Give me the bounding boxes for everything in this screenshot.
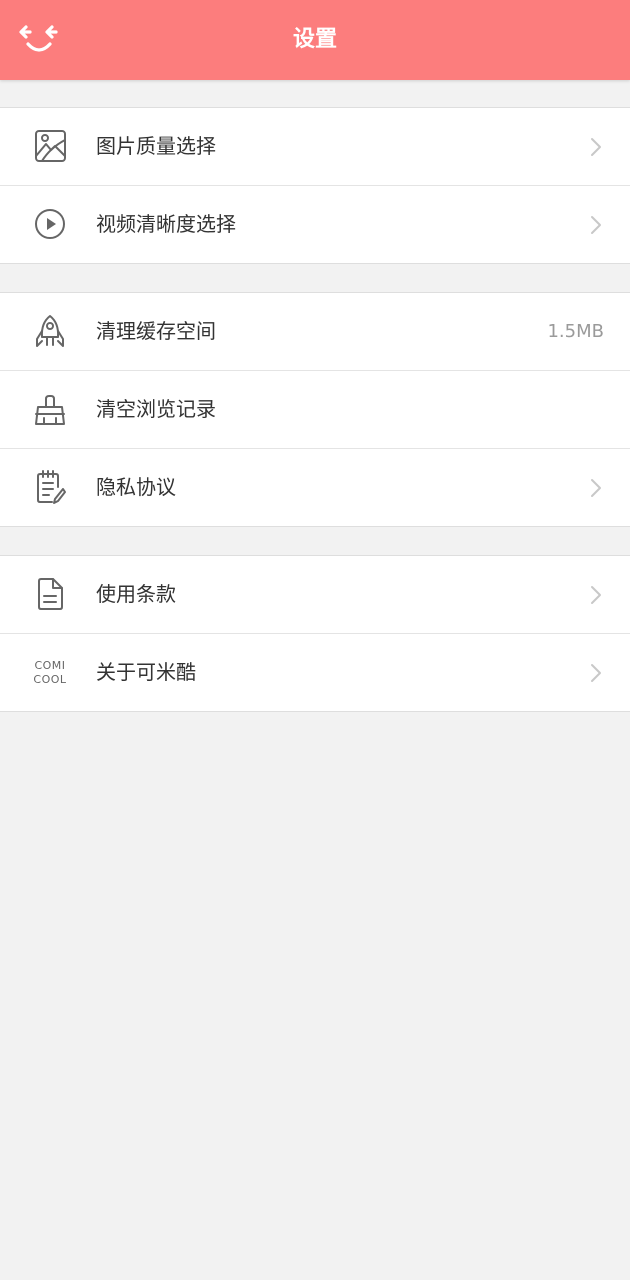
app-header: 设置 — [0, 0, 630, 80]
privacy-policy-label: 隐私协议 — [96, 475, 176, 499]
chevron-right-icon — [591, 479, 601, 497]
settings-group-media: 图片质量选择 视频清晰度选择 — [0, 107, 630, 264]
chevron-right-icon — [591, 216, 601, 234]
terms-of-use-row[interactable]: 使用条款 — [0, 556, 630, 634]
privacy-policy-row[interactable]: 隐私协议 — [0, 449, 630, 526]
clear-history-label: 清空浏览记录 — [96, 397, 216, 421]
video-quality-label: 视频清晰度选择 — [96, 212, 236, 236]
play-circle-icon — [35, 209, 65, 239]
document-icon — [38, 578, 63, 610]
clear-cache-label: 清理缓存空间 — [96, 319, 216, 343]
clear-cache-row[interactable]: 清理缓存空间 1.5MB — [0, 293, 630, 371]
clear-history-row[interactable]: 清空浏览记录 — [0, 371, 630, 449]
chevron-right-icon — [591, 664, 601, 682]
image-quality-row[interactable]: 图片质量选择 — [0, 108, 630, 186]
chevron-right-icon — [591, 138, 601, 156]
terms-of-use-label: 使用条款 — [96, 582, 176, 606]
back-button[interactable] — [14, 18, 64, 62]
image-quality-label: 图片质量选择 — [96, 134, 216, 158]
settings-group-about: 使用条款 COMI COOL 关于可米酷 — [0, 555, 630, 712]
rocket-icon — [36, 315, 64, 347]
svg-text:COMI: COMI — [34, 659, 65, 672]
about-app-label: 关于可米酷 — [96, 660, 196, 684]
comicool-logo-icon: COMI COOL — [33, 659, 66, 686]
smiley-back-arrows-icon — [19, 25, 58, 52]
about-app-row[interactable]: COMI COOL 关于可米酷 — [0, 634, 630, 711]
settings-group-storage: 清理缓存空间 1.5MB 清空浏览记录 隐私协议 — [0, 292, 630, 527]
chevron-right-icon — [591, 586, 601, 604]
image-icon — [35, 130, 66, 162]
notepad-icon — [37, 470, 66, 504]
broom-icon — [35, 395, 65, 425]
cache-size-value: 1.5MB — [547, 321, 604, 342]
video-quality-row[interactable]: 视频清晰度选择 — [0, 186, 630, 263]
svg-text:COOL: COOL — [33, 673, 66, 686]
page-title: 设置 — [292, 27, 337, 52]
